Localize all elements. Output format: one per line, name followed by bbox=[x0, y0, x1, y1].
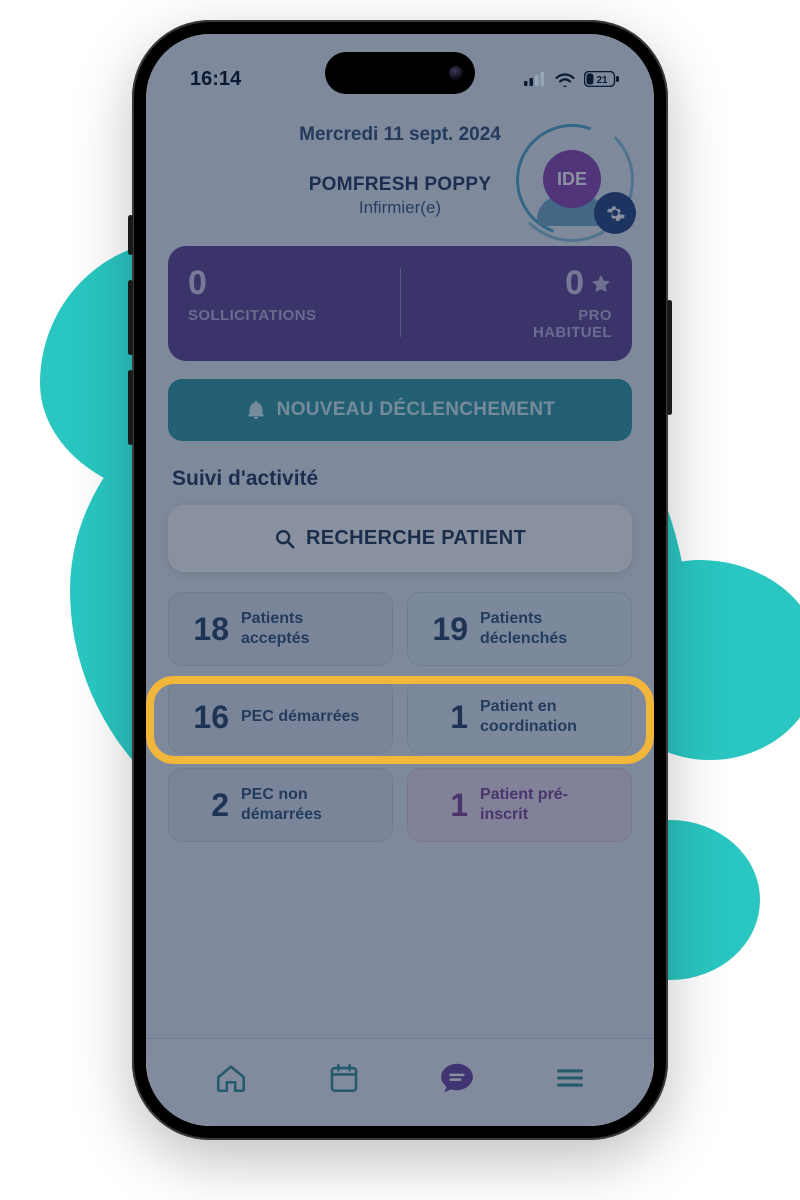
bell-icon bbox=[245, 399, 267, 421]
search-patient-button[interactable]: RECHERCHE PATIENT bbox=[168, 505, 632, 572]
wifi-icon bbox=[554, 71, 576, 87]
stat-sollicitations[interactable]: 0 SOLLICITATIONS bbox=[188, 264, 386, 341]
tile-label: Patient pré-inscrit bbox=[480, 785, 615, 825]
dynamic-island bbox=[325, 52, 475, 94]
tile-patients-declenches[interactable]: 19 Patients déclenchés bbox=[407, 592, 632, 666]
tile-patient-pre-inscrit[interactable]: 1 Patient pré-inscrit bbox=[407, 768, 632, 842]
battery-icon: 21 bbox=[584, 71, 620, 87]
divider bbox=[400, 268, 401, 337]
button-label: NOUVEAU DÉCLENCHEMENT bbox=[277, 399, 556, 421]
search-icon bbox=[274, 528, 296, 550]
button-label: RECHERCHE PATIENT bbox=[306, 527, 526, 550]
tile-patient-coordination[interactable]: 1 Patient en coordination bbox=[407, 680, 632, 754]
tile-count: 1 bbox=[424, 787, 468, 824]
stats-card[interactable]: 0 SOLLICITATIONS 0 PRO HABITUEL bbox=[168, 246, 632, 361]
tile-count: 1 bbox=[424, 699, 468, 736]
chat-icon bbox=[438, 1059, 476, 1097]
status-time: 16:14 bbox=[190, 68, 241, 91]
tile-patients-acceptes[interactable]: 18 Patients acceptés bbox=[168, 592, 393, 666]
tab-home[interactable] bbox=[207, 1054, 255, 1102]
cellular-icon bbox=[524, 72, 546, 86]
app-content: Mercredi 11 sept. 2024 POMFRESH POPPY In… bbox=[146, 34, 654, 1126]
stat-pro-habituel[interactable]: 0 PRO HABITUEL bbox=[415, 264, 613, 341]
tile-label: PEC non démarrées bbox=[241, 785, 376, 825]
tab-calendar[interactable] bbox=[320, 1054, 368, 1102]
tile-label: PEC démarrées bbox=[241, 707, 359, 727]
phone-screen: 16:14 21 bbox=[146, 34, 654, 1126]
menu-icon bbox=[553, 1061, 587, 1095]
new-trigger-button[interactable]: NOUVEAU DÉCLENCHEMENT bbox=[168, 379, 632, 441]
avatar[interactable]: IDE bbox=[512, 120, 632, 240]
stat-label: HABITUEL bbox=[415, 324, 613, 341]
calendar-icon bbox=[327, 1061, 361, 1095]
activity-tiles: 18 Patients acceptés 19 Patients déclenc… bbox=[168, 592, 632, 842]
tile-label: Patient en coordination bbox=[480, 697, 615, 737]
tile-pec-non-demarrees[interactable]: 2 PEC non démarrées bbox=[168, 768, 393, 842]
tile-count: 2 bbox=[185, 787, 229, 824]
stat-label: PRO bbox=[415, 307, 613, 324]
avatar-badge: IDE bbox=[543, 150, 601, 208]
header: Mercredi 11 sept. 2024 POMFRESH POPPY In… bbox=[146, 114, 654, 238]
phone-side-button bbox=[128, 215, 133, 255]
tile-label: Patients déclenchés bbox=[480, 609, 615, 649]
star-icon bbox=[590, 273, 612, 295]
tab-menu[interactable] bbox=[546, 1054, 594, 1102]
gear-icon bbox=[604, 202, 626, 224]
tab-bar bbox=[146, 1038, 654, 1126]
tile-count: 18 bbox=[185, 611, 229, 648]
tile-count: 19 bbox=[424, 611, 468, 648]
stat-count: 0 bbox=[565, 264, 612, 303]
status-icons: 21 bbox=[524, 71, 620, 87]
tab-chat[interactable] bbox=[433, 1054, 481, 1102]
settings-button[interactable] bbox=[594, 192, 636, 234]
phone-side-button bbox=[128, 280, 133, 355]
home-icon bbox=[214, 1061, 248, 1095]
phone-side-button bbox=[667, 300, 672, 415]
tile-pec-demarrees[interactable]: 16 PEC démarrées bbox=[168, 680, 393, 754]
tile-count: 16 bbox=[185, 699, 229, 736]
stat-label: SOLLICITATIONS bbox=[188, 307, 386, 324]
phone-side-button bbox=[128, 370, 133, 445]
svg-text:21: 21 bbox=[596, 75, 608, 86]
phone-frame: 16:14 21 bbox=[132, 20, 668, 1140]
tile-label: Patients acceptés bbox=[241, 609, 376, 649]
section-title: Suivi d'activité bbox=[172, 467, 628, 491]
stat-count: 0 bbox=[188, 264, 207, 303]
